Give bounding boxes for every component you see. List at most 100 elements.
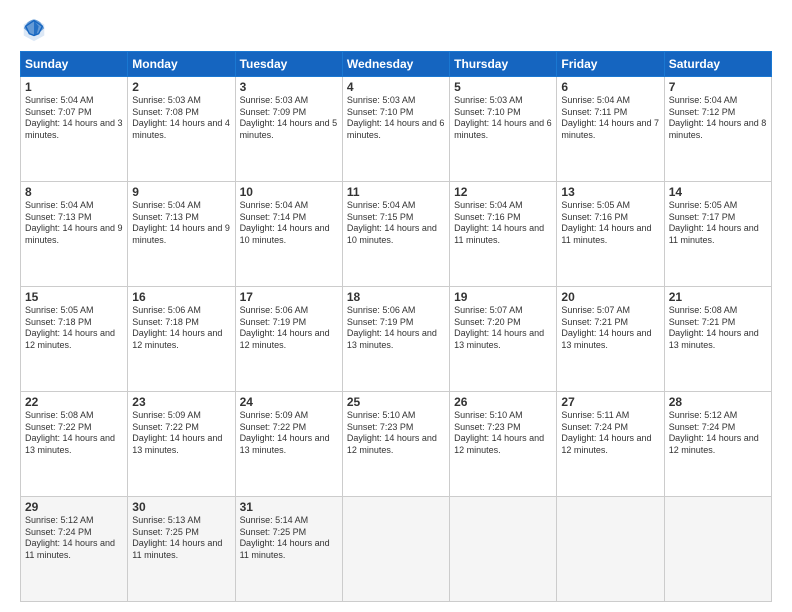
cell-info: Sunrise: 5:06 AMSunset: 7:19 PMDaylight:…: [240, 305, 330, 350]
calendar-cell: 13Sunrise: 5:05 AMSunset: 7:16 PMDayligh…: [557, 182, 664, 287]
calendar-cell: 8Sunrise: 5:04 AMSunset: 7:13 PMDaylight…: [21, 182, 128, 287]
day-number: 1: [25, 80, 123, 94]
cell-info: Sunrise: 5:11 AMSunset: 7:24 PMDaylight:…: [561, 410, 651, 455]
calendar-cell: 26Sunrise: 5:10 AMSunset: 7:23 PMDayligh…: [450, 392, 557, 497]
calendar-cell: 18Sunrise: 5:06 AMSunset: 7:19 PMDayligh…: [342, 287, 449, 392]
cell-info: Sunrise: 5:03 AMSunset: 7:10 PMDaylight:…: [347, 95, 445, 140]
day-number: 2: [132, 80, 230, 94]
calendar-cell: [342, 497, 449, 602]
cell-info: Sunrise: 5:13 AMSunset: 7:25 PMDaylight:…: [132, 515, 222, 560]
header-friday: Friday: [557, 52, 664, 77]
day-number: 14: [669, 185, 767, 199]
cell-info: Sunrise: 5:04 AMSunset: 7:16 PMDaylight:…: [454, 200, 544, 245]
day-number: 9: [132, 185, 230, 199]
calendar-cell: 28Sunrise: 5:12 AMSunset: 7:24 PMDayligh…: [664, 392, 771, 497]
day-number: 10: [240, 185, 338, 199]
day-number: 19: [454, 290, 552, 304]
calendar-cell: 20Sunrise: 5:07 AMSunset: 7:21 PMDayligh…: [557, 287, 664, 392]
calendar-week-row: 1Sunrise: 5:04 AMSunset: 7:07 PMDaylight…: [21, 77, 772, 182]
day-number: 11: [347, 185, 445, 199]
day-number: 27: [561, 395, 659, 409]
calendar-cell: 27Sunrise: 5:11 AMSunset: 7:24 PMDayligh…: [557, 392, 664, 497]
day-number: 15: [25, 290, 123, 304]
calendar-cell: 9Sunrise: 5:04 AMSunset: 7:13 PMDaylight…: [128, 182, 235, 287]
header-saturday: Saturday: [664, 52, 771, 77]
cell-info: Sunrise: 5:06 AMSunset: 7:19 PMDaylight:…: [347, 305, 437, 350]
cell-info: Sunrise: 5:10 AMSunset: 7:23 PMDaylight:…: [454, 410, 544, 455]
day-number: 6: [561, 80, 659, 94]
cell-info: Sunrise: 5:04 AMSunset: 7:13 PMDaylight:…: [132, 200, 230, 245]
calendar-week-row: 29Sunrise: 5:12 AMSunset: 7:24 PMDayligh…: [21, 497, 772, 602]
day-number: 22: [25, 395, 123, 409]
day-number: 18: [347, 290, 445, 304]
header: [20, 15, 772, 43]
day-number: 21: [669, 290, 767, 304]
day-number: 26: [454, 395, 552, 409]
cell-info: Sunrise: 5:14 AMSunset: 7:25 PMDaylight:…: [240, 515, 330, 560]
calendar-cell: 17Sunrise: 5:06 AMSunset: 7:19 PMDayligh…: [235, 287, 342, 392]
cell-info: Sunrise: 5:09 AMSunset: 7:22 PMDaylight:…: [132, 410, 222, 455]
calendar-cell: [450, 497, 557, 602]
day-number: 12: [454, 185, 552, 199]
calendar-week-row: 8 Sunrise: 5:04 AMSunset: 7:13 PMDaylight…: [21, 182, 772, 287]
calendar-cell: 3Sunrise: 5:03 AMSunset: 7:09 PMDaylight…: [235, 77, 342, 182]
cell-info: Sunrise: 5:04 AMSunset: 7:14 PMDaylight:…: [240, 200, 330, 245]
calendar-cell: 2Sunrise: 5:03 AMSunset: 7:08 PMDaylight…: [128, 77, 235, 182]
cell-info: Sunrise: 5:08 AMSunset: 7:21 PMDaylight:…: [669, 305, 759, 350]
calendar-cell: 23Sunrise: 5:09 AMSunset: 7:22 PMDayligh…: [128, 392, 235, 497]
logo: [20, 15, 52, 43]
day-number: 16: [132, 290, 230, 304]
calendar-cell: 10Sunrise: 5:04 AMSunset: 7:14 PMDayligh…: [235, 182, 342, 287]
calendar-cell: 7Sunrise: 5:04 AMSunset: 7:12 PMDaylight…: [664, 77, 771, 182]
calendar-cell: 15Sunrise: 5:05 AMSunset: 7:18 PMDayligh…: [21, 287, 128, 392]
cell-info: Sunrise: 5:03 AMSunset: 7:08 PMDaylight:…: [132, 95, 230, 140]
cell-info: Sunrise: 5:07 AMSunset: 7:21 PMDaylight:…: [561, 305, 651, 350]
calendar-cell: 1Sunrise: 5:04 AMSunset: 7:07 PMDaylight…: [21, 77, 128, 182]
day-number: 8: [25, 185, 123, 199]
day-number: 31: [240, 500, 338, 514]
calendar-cell: 21Sunrise: 5:08 AMSunset: 7:21 PMDayligh…: [664, 287, 771, 392]
cell-info: Sunrise: 5:03 AMSunset: 7:10 PMDaylight:…: [454, 95, 552, 140]
cell-info: Sunrise: 5:03 AMSunset: 7:09 PMDaylight:…: [240, 95, 338, 140]
day-number: 17: [240, 290, 338, 304]
cell-info: Sunrise: 5:07 AMSunset: 7:20 PMDaylight:…: [454, 305, 544, 350]
calendar-cell: 31Sunrise: 5:14 AMSunset: 7:25 PMDayligh…: [235, 497, 342, 602]
cell-info: Sunrise: 5:12 AMSunset: 7:24 PMDaylight:…: [669, 410, 759, 455]
day-number: 29: [25, 500, 123, 514]
header-sunday: Sunday: [21, 52, 128, 77]
cell-info: Sunrise: 5:09 AMSunset: 7:22 PMDaylight:…: [240, 410, 330, 455]
header-wednesday: Wednesday: [342, 52, 449, 77]
calendar-cell: 16Sunrise: 5:06 AMSunset: 7:18 PMDayligh…: [128, 287, 235, 392]
cell-info: Sunrise: 5:05 AMSunset: 7:16 PMDaylight:…: [561, 200, 651, 245]
day-number: 24: [240, 395, 338, 409]
day-number: 7: [669, 80, 767, 94]
calendar-cell: [664, 497, 771, 602]
day-number: 13: [561, 185, 659, 199]
cell-info: Sunrise: 5:04 AMSunset: 7:07 PMDaylight:…: [25, 95, 123, 140]
calendar-cell: [557, 497, 664, 602]
calendar-cell: 14Sunrise: 5:05 AMSunset: 7:17 PMDayligh…: [664, 182, 771, 287]
calendar-cell: 22Sunrise: 5:08 AMSunset: 7:22 PMDayligh…: [21, 392, 128, 497]
calendar-cell: 25Sunrise: 5:10 AMSunset: 7:23 PMDayligh…: [342, 392, 449, 497]
calendar-cell: 4Sunrise: 5:03 AMSunset: 7:10 PMDaylight…: [342, 77, 449, 182]
day-number: 23: [132, 395, 230, 409]
cell-info: Sunrise: 5:05 AMSunset: 7:18 PMDaylight:…: [25, 305, 115, 350]
logo-icon: [20, 15, 48, 43]
cell-info: Sunrise: 5:05 AMSunset: 7:17 PMDaylight:…: [669, 200, 759, 245]
cell-info: Sunrise: 5:06 AMSunset: 7:18 PMDaylight:…: [132, 305, 222, 350]
day-number: 30: [132, 500, 230, 514]
calendar-cell: 29Sunrise: 5:12 AMSunset: 7:24 PMDayligh…: [21, 497, 128, 602]
calendar-table: SundayMondayTuesdayWednesdayThursdayFrid…: [20, 51, 772, 602]
cell-info: Sunrise: 5:04 AMSunset: 7:11 PMDaylight:…: [561, 95, 659, 140]
calendar-cell: 6Sunrise: 5:04 AMSunset: 7:11 PMDaylight…: [557, 77, 664, 182]
cell-info: Sunrise: 5:10 AMSunset: 7:23 PMDaylight:…: [347, 410, 437, 455]
calendar-cell: 5Sunrise: 5:03 AMSunset: 7:10 PMDaylight…: [450, 77, 557, 182]
cell-info: Sunrise: 5:04 AMSunset: 7:15 PMDaylight:…: [347, 200, 437, 245]
calendar-cell: 30Sunrise: 5:13 AMSunset: 7:25 PMDayligh…: [128, 497, 235, 602]
calendar-week-row: 22Sunrise: 5:08 AMSunset: 7:22 PMDayligh…: [21, 392, 772, 497]
calendar-cell: 12Sunrise: 5:04 AMSunset: 7:16 PMDayligh…: [450, 182, 557, 287]
cell-info: Sunrise: 5:08 AMSunset: 7:22 PMDaylight:…: [25, 410, 115, 455]
day-number: 4: [347, 80, 445, 94]
calendar-week-row: 15Sunrise: 5:05 AMSunset: 7:18 PMDayligh…: [21, 287, 772, 392]
day-number: 3: [240, 80, 338, 94]
